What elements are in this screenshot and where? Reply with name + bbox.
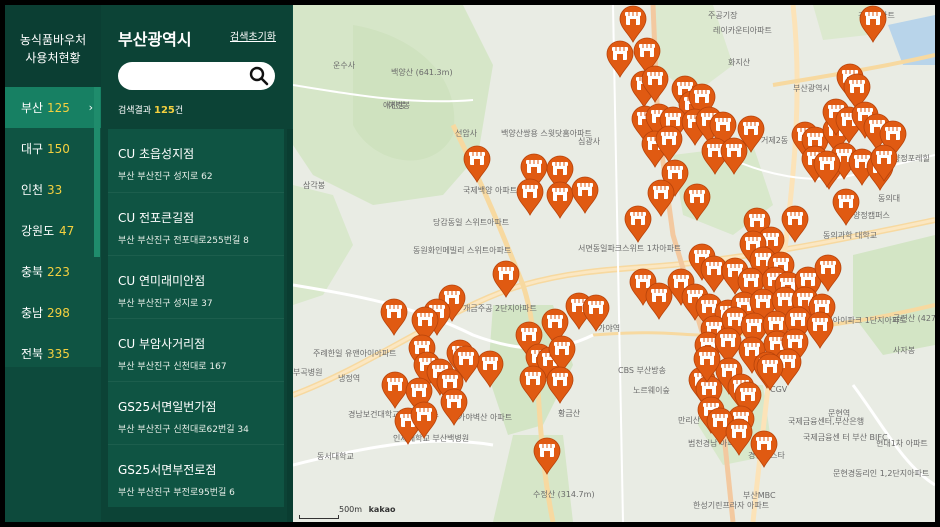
store-marker-icon[interactable]: [683, 183, 711, 221]
region-count: 223: [47, 264, 70, 279]
region-count: 47: [59, 223, 75, 238]
region-name: 전북: [21, 347, 44, 361]
list-item[interactable]: GS25서면일번가점 부산 부산진구 신천대로62번길 34: [108, 381, 284, 444]
store-marker-icon[interactable]: [813, 150, 841, 188]
store-marker-icon[interactable]: [655, 125, 683, 163]
store-marker-icon[interactable]: [693, 345, 721, 383]
search-box: [118, 62, 275, 90]
region-count: 298: [47, 305, 70, 320]
store-marker-icon[interactable]: [725, 418, 753, 456]
region-item-chungbuk[interactable]: 충북 223: [5, 251, 101, 292]
app-title-line1: 농식품바우처: [19, 33, 87, 47]
store-address: 부산 부산진구 신천대로 167: [118, 362, 227, 372]
store-marker-icon[interactable]: [870, 144, 898, 182]
store-marker-icon[interactable]: [582, 294, 610, 332]
store-address: 부산 부산진구 성지로 62: [118, 172, 213, 182]
list-item[interactable]: GS25서면부전로점 부산 부산진구 부전로95번길 6: [108, 444, 284, 507]
map-view[interactable]: 운수사 백양산 (641.3m) 애진봉 선암사 백양산쌍용 스윗닷홈아파트 심광사 삼각봉…: [293, 5, 935, 522]
store-address: 부산 부산진구 전포대로255번길 8: [118, 236, 249, 246]
store-marker-icon[interactable]: [440, 388, 468, 426]
store-name: CU 전포큰길점: [118, 211, 195, 225]
app-title: 농식품바우처 사용처현황: [5, 5, 101, 87]
results-panel: 부산광역시 검색초기화 검색결과 125건 CU 초읍성지점 부산 부산진구 성…: [101, 5, 292, 522]
region-name: 충남: [21, 306, 44, 320]
store-name: CU 연미래미안점: [118, 274, 206, 288]
list-item[interactable]: CU 연미래미안점 부산 부산진구 성지로 37: [108, 255, 284, 318]
region-item-daegu[interactable]: 대구 150: [5, 128, 101, 169]
region-count: 33: [47, 182, 63, 197]
store-name: GS25서면부전로점: [118, 463, 217, 477]
map-scale: 500m kakao: [299, 505, 396, 514]
store-marker-icon[interactable]: [546, 366, 574, 404]
store-marker-icon[interactable]: [832, 188, 860, 226]
store-marker-icon[interactable]: [380, 298, 408, 336]
region-name: 부산: [21, 101, 44, 115]
store-marker-icon[interactable]: [516, 178, 544, 216]
result-prefix: 검색결과: [118, 106, 152, 116]
app-title-line2: 사용처현황: [25, 51, 81, 65]
store-marker-icon[interactable]: [476, 350, 504, 388]
region-item-gangwon[interactable]: 강원도 47: [5, 210, 101, 251]
search-input[interactable]: [130, 67, 245, 85]
store-name: CU 초읍성지점: [118, 147, 195, 161]
result-number: 125: [154, 105, 175, 116]
scale-label: 500m: [339, 505, 363, 514]
store-marker-icon[interactable]: [641, 65, 669, 103]
chevron-right-icon: ›: [88, 101, 93, 114]
result-count: 검색결과 125건: [118, 103, 183, 116]
store-marker-icon[interactable]: [624, 205, 652, 243]
list-item[interactable]: CU 초읍성지점 부산 부산진구 성지로 62: [108, 129, 284, 192]
store-marker-icon[interactable]: [533, 437, 561, 475]
store-name: GS25서면일번가점: [118, 400, 217, 414]
region-item-jeonbuk[interactable]: 전북 335: [5, 333, 101, 374]
region-list: 부산 125 › 대구 150 인천 33 강원도 47 충북 223 충남 2…: [5, 87, 101, 374]
page-title: 부산광역시: [118, 30, 192, 49]
store-marker-icon[interactable]: [571, 176, 599, 214]
region-name: 충북: [21, 265, 44, 279]
region-item-incheon[interactable]: 인천 33: [5, 169, 101, 210]
results-list: CU 초읍성지점 부산 부산진구 성지로 62 CU 전포큰길점 부산 부산진구…: [108, 129, 284, 522]
list-item[interactable]: CU 전포큰길점 부산 부산진구 전포대로255번길 8: [108, 192, 284, 255]
store-marker-icon[interactable]: [519, 365, 547, 403]
list-item[interactable]: CU 부암사거리점 부산 부산진구 신천대로 167: [108, 318, 284, 381]
region-item-busan[interactable]: 부산 125 ›: [5, 87, 101, 128]
search-icon[interactable]: [249, 66, 269, 86]
store-marker-icon[interactable]: [806, 311, 834, 349]
store-marker-icon[interactable]: [463, 145, 491, 183]
store-marker-icon[interactable]: [859, 5, 887, 43]
region-count: 335: [47, 346, 70, 361]
app-frame: 농식품바우처 사용처현황 부산 125 › 대구 150 인천 33 강원도 4…: [5, 5, 935, 522]
region-item-chungnam[interactable]: 충남 298: [5, 292, 101, 333]
store-marker-icon[interactable]: [750, 430, 778, 468]
kakao-logo: kakao: [368, 505, 396, 514]
region-name: 강원도: [21, 224, 55, 238]
store-marker-icon[interactable]: [410, 401, 438, 439]
region-count: 150: [47, 141, 70, 156]
store-address: 부산 부산진구 신천대로62번길 34: [118, 425, 249, 435]
region-name: 대구: [21, 142, 44, 156]
store-address: 부산 부산진구 부전로95번길 6: [118, 488, 235, 498]
region-nav: 농식품바우처 사용처현황 부산 125 › 대구 150 인천 33 강원도 4…: [5, 5, 101, 367]
store-name: CU 부암사거리점: [118, 337, 206, 351]
store-marker-icon[interactable]: [546, 181, 574, 219]
store-marker-icon[interactable]: [492, 260, 520, 298]
region-scrollbar[interactable]: [94, 87, 100, 257]
store-marker-icon[interactable]: [737, 115, 765, 153]
store-marker-icon[interactable]: [756, 353, 784, 391]
region-count: 125: [47, 100, 70, 115]
result-suffix: 건: [174, 106, 184, 116]
region-name: 인천: [21, 183, 44, 197]
reset-search-link[interactable]: 검색초기화: [230, 28, 276, 43]
store-address: 부산 부산진구 성지로 37: [118, 299, 213, 309]
scale-bar: [299, 515, 339, 519]
store-marker-icon[interactable]: [781, 205, 809, 243]
